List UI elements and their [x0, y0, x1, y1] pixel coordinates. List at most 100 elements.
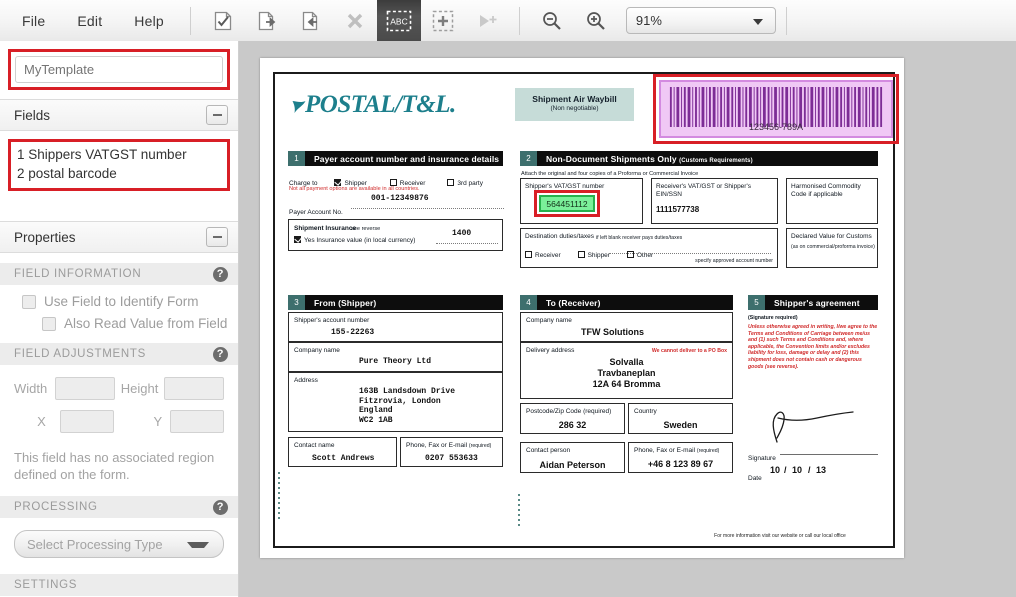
signature-label: Signature	[748, 455, 776, 462]
payer-account-row: Payer Account No. 001-12349876	[289, 201, 504, 219]
template-name-highlight	[8, 49, 230, 90]
section-4-title: To (Receiver)	[537, 298, 601, 308]
toolbar-divider-3	[786, 7, 787, 35]
receiver-contact-value: Aidan Peterson	[521, 460, 624, 470]
section-5-title: Shipper's agreement	[765, 298, 860, 308]
play-plus-icon	[475, 11, 499, 31]
field-list-item-2[interactable]: 2 postal barcode	[17, 164, 221, 183]
shipper-address-label: Address	[294, 377, 318, 385]
shipper-vat-selection[interactable]: 564451112	[534, 190, 600, 217]
question-mark-icon[interactable]: ?	[213, 267, 228, 282]
vat-highlight-overlay: 564451112	[539, 195, 595, 212]
zoom-in-button[interactable]	[574, 0, 618, 41]
zoom-out-button[interactable]	[530, 0, 574, 41]
document-import-icon	[300, 10, 322, 32]
payer-account-value: 001-12349876	[371, 194, 429, 203]
template-name-input[interactable]	[15, 56, 223, 83]
toolbar-divider-1	[190, 7, 191, 35]
checkbox-unchecked-icon[interactable]	[42, 317, 56, 331]
harmonised-code-label: Harmonised Commodity Code if applicable	[791, 183, 875, 199]
chevron-down-icon	[753, 19, 763, 25]
processing-type-select[interactable]: Select Processing Type	[14, 530, 224, 558]
shipper-phone-box: Phone, Fax or E-mail (required) 0207 553…	[400, 437, 503, 467]
menu-help[interactable]: Help	[118, 7, 180, 35]
insurance-see-reverse: see reverse	[351, 225, 380, 233]
shipper-account-value: 155-22263	[331, 328, 374, 337]
receiver-phone-label-text: Phone, Fax or E-mail	[634, 447, 695, 454]
dashed-plus-icon	[431, 9, 455, 33]
settings-header[interactable]: SETTINGS	[0, 574, 238, 596]
menu-bar: File Edit Help	[0, 7, 180, 35]
zoom-in-icon	[585, 10, 607, 32]
receiver-phone-label: Phone, Fax or E-mail (required)	[634, 447, 719, 455]
add-region-button[interactable]	[421, 0, 465, 41]
attach-invoice-note: Attach the original and four copies of a…	[521, 170, 698, 178]
delivery-address-value: Solvalla Travbaneplan 12A 64 Bromma	[521, 357, 732, 390]
date-label: Date	[748, 475, 762, 482]
x-y-row: X Y	[14, 410, 224, 433]
checkbox-duties-receiver-icon[interactable]	[525, 251, 532, 258]
text-field-tool-button[interactable]: ABC	[377, 0, 421, 41]
left-sidebar: Fields 1 Shippers VATGST number 2 postal…	[0, 41, 239, 597]
shipper-account-box: Shipper's account number 155-22263	[288, 312, 503, 342]
waybill-title: Shipment Air Waybill	[515, 94, 634, 104]
duties-sublabel: if left blank receiver pays duties/taxes	[596, 234, 682, 242]
duties-shipper-label: Shipper	[588, 252, 610, 259]
terms-and-conditions-text: Unless otherwise agreed in writing, I/we…	[748, 324, 878, 370]
processing-title: PROCESSING	[14, 501, 98, 513]
properties-section-header[interactable]: Properties	[0, 221, 238, 253]
also-read-value-row[interactable]: Also Read Value from Field	[0, 309, 238, 331]
menu-edit[interactable]: Edit	[61, 7, 118, 35]
question-mark-icon[interactable]: ?	[213, 347, 228, 362]
postal-barcode-selection[interactable]: 123456-789A	[653, 74, 899, 144]
run-selection-button[interactable]	[465, 0, 509, 41]
field-list-item-1[interactable]: 1 Shippers VATGST number	[17, 145, 221, 164]
verify-form-button[interactable]	[201, 0, 245, 41]
zoom-out-icon	[541, 10, 563, 32]
checkbox-duties-shipper-icon[interactable]	[578, 251, 585, 258]
declared-value-box: Declared Value for Customs (as on commer…	[786, 228, 878, 268]
shipper-company-label: Company name	[294, 347, 340, 355]
form-edge-marks-mid	[518, 494, 520, 530]
document-viewer[interactable]: POSTAL/T&L. Shipment Air Waybill (Non ne…	[239, 41, 1016, 597]
question-mark-icon[interactable]: ?	[213, 500, 228, 515]
use-field-to-identify-form-row[interactable]: Use Field to Identify Form	[0, 285, 238, 309]
delivery-address-box: Delivery address We cannot deliver to a …	[520, 342, 733, 399]
minus-icon[interactable]	[206, 105, 228, 125]
height-input[interactable]	[164, 377, 224, 400]
delete-button[interactable]	[333, 0, 377, 41]
fields-section-header[interactable]: Fields	[0, 99, 238, 131]
duties-label: Destination duties/taxes	[525, 233, 594, 241]
section-2-title-text: Non-Document Shipments Only	[546, 154, 677, 164]
airway-bill-form: POSTAL/T&L. Shipment Air Waybill (Non ne…	[273, 72, 895, 548]
shipper-address-line-3: England	[359, 406, 455, 416]
y-input[interactable]	[170, 410, 224, 433]
field-information-title: FIELD INFORMATION	[14, 268, 141, 280]
fields-list-spacer	[0, 191, 238, 221]
document-page[interactable]: POSTAL/T&L. Shipment Air Waybill (Non ne…	[260, 58, 904, 558]
processing-type-value: Select Processing Type	[15, 537, 163, 552]
export-form-button[interactable]	[245, 0, 289, 41]
width-input[interactable]	[55, 377, 115, 400]
delivery-address-label: Delivery address	[526, 347, 574, 355]
shipper-account-label: Shipper's account number	[294, 317, 369, 325]
checkbox-insurance-checked-icon[interactable]	[294, 236, 301, 243]
width-height-row: Width Height	[14, 377, 224, 400]
checkbox-unchecked-icon[interactable]	[22, 295, 36, 309]
receiver-company-value: TFW Solutions	[581, 327, 644, 337]
postal-logo: POSTAL/T&L.	[292, 91, 456, 119]
declared-value-sublabel: (as on commercial/proforma invoice)	[791, 243, 877, 251]
checkbox-3rd-party-icon[interactable]	[447, 179, 454, 186]
toolbar-divider-2	[519, 7, 520, 35]
signature-row: Signature	[748, 447, 878, 465]
country-label: Country	[634, 408, 657, 416]
menu-file[interactable]: File	[6, 7, 61, 35]
x-input[interactable]	[60, 410, 114, 433]
shipment-insurance-box: Shipment Insurance see reverse Yes Insur…	[288, 219, 503, 251]
country-box: Country Sweden	[628, 403, 733, 434]
import-form-button[interactable]	[289, 0, 333, 41]
zoom-level-select[interactable]: 91%	[626, 7, 776, 34]
insurance-yes-label: Yes Insurance value (in local currency)	[304, 237, 415, 245]
form-footnote: For more information visit our website o…	[675, 533, 885, 539]
minus-icon[interactable]	[206, 227, 228, 247]
